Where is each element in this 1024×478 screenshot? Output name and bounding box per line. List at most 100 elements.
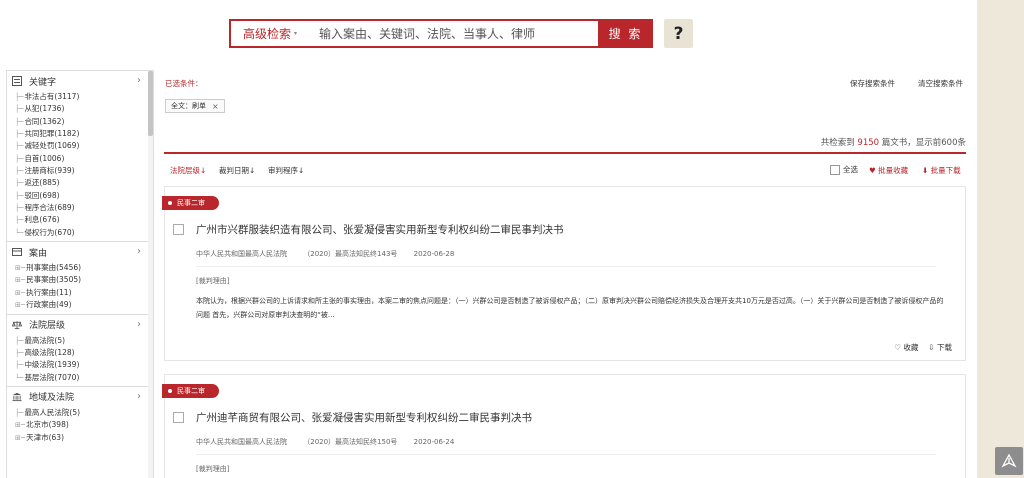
case-meta: 中华人民共和国最高人民法院 （2020）最高法知民终150号 2020-06-2…: [196, 437, 468, 447]
tree-branch-icon: ├─: [15, 348, 24, 357]
case-title-link[interactable]: 广州迪芊商贸有限公司、张爱凝侵害实用新型专利权纠纷二审民事判决书: [196, 410, 532, 425]
tree-expand-icon[interactable]: ⊞─: [15, 419, 25, 431]
sidebar-section-case-cause: 案由 › ⊞─ 刑事案由(5456) ⊞─ 民事案由(3505) ⊞─ 执行案由(11…: [7, 242, 153, 315]
court-name: 中华人民共和国最高人民法院: [196, 438, 287, 446]
tree-item[interactable]: ├─ 返还(885): [7, 177, 153, 189]
case-title-link[interactable]: 广州市兴群服装织造有限公司、张爱凝侵害实用新型专利权纠纷二审民事判决书: [196, 222, 564, 237]
result-card: 民事二审 广州迪芊商贸有限公司、张爱凝侵害实用新型专利权纠纷二审民事判决书 中华…: [162, 374, 966, 478]
search-button[interactable]: 搜 索: [598, 19, 653, 48]
tree-item[interactable]: └─ 侵权行为(670): [7, 227, 153, 239]
advanced-search-dropdown[interactable]: 高级检索 ▾: [231, 25, 311, 42]
search-bar: 高级检索 ▾ 搜 索: [229, 19, 653, 48]
tree-branch-icon: ├─: [15, 216, 24, 225]
tree-expand-icon[interactable]: ⊞─: [15, 432, 25, 444]
tree-expand-icon[interactable]: ⊞─: [15, 299, 25, 311]
tree-item-label: 合同(1362): [24, 116, 65, 126]
tree-item[interactable]: ├─ 最高人民法院(5): [7, 407, 153, 419]
help-button[interactable]: ?: [664, 19, 693, 48]
tree-item[interactable]: ├─ 自首(1006): [7, 153, 153, 165]
judgment-date: 2020-06-24: [413, 438, 455, 446]
tree-item-label: 高级法院(128): [24, 347, 75, 357]
dot-icon: [168, 389, 172, 393]
tree-item-label: 侵权行为(670): [24, 227, 75, 237]
tree-item[interactable]: ├─ 高级法院(128): [7, 347, 153, 359]
sidebar-section-header[interactable]: 地域及法院 ›: [7, 387, 153, 407]
tree-item-label: 从犯(1736): [24, 104, 65, 114]
sidebar-scrollbar[interactable]: [148, 71, 153, 478]
building-icon: [12, 392, 22, 402]
results-main: 已选条件： 保存搜索条件 清空搜索条件 全文：刷单 × 共检索到 9150 篇文…: [162, 70, 968, 478]
chevron-right-icon[interactable]: ›: [137, 75, 141, 86]
tree-item[interactable]: └─ 基层法院(7070): [7, 372, 153, 384]
select-all-checkbox[interactable]: [830, 164, 840, 175]
tree-item[interactable]: ├─ 非法占有(3117): [7, 91, 153, 103]
select-all[interactable]: 全选: [830, 164, 858, 175]
tree-expand-icon[interactable]: ⊞─: [15, 287, 25, 299]
case-excerpt: 本院认为，根据兴群公司的上诉请求和所主张的事实理由，本案二审的焦点问题是：（一）…: [196, 297, 944, 319]
sidebar-section-court-level: 法院层级 › ├─ 最高法院(5) ├─ 高级法院(128) ├─ 中级法院(1939…: [7, 315, 153, 387]
sidebar-section-header[interactable]: 案由 ›: [7, 242, 153, 262]
sort-judge-date[interactable]: 裁判日期↓: [219, 165, 255, 176]
tree-branch-icon: ├─: [15, 130, 24, 139]
tree-item[interactable]: ├─ 合同(1362): [7, 116, 153, 128]
tree-item-label: 共同犯罪(1182): [24, 129, 80, 139]
favorite-button[interactable]: ♡ 收藏: [894, 342, 918, 353]
tree-item-label: 北京市(398): [26, 420, 69, 430]
tree-branch-icon: └─: [15, 228, 24, 237]
tree-item[interactable]: ├─ 从犯(1736): [7, 103, 153, 115]
tree-item[interactable]: ├─ 共同犯罪(1182): [7, 128, 153, 140]
tree-item[interactable]: ⊞─ 民事案由(3505): [7, 274, 153, 286]
caret-down-icon: ▾: [294, 30, 298, 37]
tree-branch-icon: ├─: [15, 336, 24, 345]
tree-item[interactable]: ⊞─ 刑事案由(5456): [7, 262, 153, 274]
tree-item[interactable]: ├─ 程序合法(689): [7, 202, 153, 214]
chevron-right-icon[interactable]: ›: [137, 246, 141, 257]
tree-item[interactable]: ├─ 利息(676): [7, 214, 153, 226]
chevron-right-icon[interactable]: ›: [137, 391, 141, 402]
sort-procedure[interactable]: 审判程序↓: [268, 165, 304, 176]
criteria-row: 已选条件： 保存搜索条件 清空搜索条件: [164, 70, 968, 96]
back-to-top-button[interactable]: [995, 447, 1023, 475]
sidebar-scrollbar-thumb[interactable]: [148, 71, 153, 136]
sidebar-section-header[interactable]: 关键字 ›: [7, 71, 153, 91]
batch-download-button[interactable]: ⬇ 批量下载: [922, 165, 961, 176]
criteria-tag: 全文：刷单 ×: [165, 99, 225, 113]
case-meta: 中华人民共和国最高人民法院 （2020）最高法知民终143号 2020-06-2…: [196, 249, 468, 259]
reason-label: [裁判理由]: [196, 277, 230, 285]
case-number: （2020）最高法知民终150号: [303, 438, 398, 446]
clear-search-link[interactable]: 清空搜索条件: [918, 78, 963, 89]
chevron-right-icon[interactable]: ›: [137, 319, 141, 330]
save-search-link[interactable]: 保存搜索条件: [850, 78, 895, 89]
tree-item[interactable]: ├─ 最高法院(5): [7, 335, 153, 347]
tree-item[interactable]: ⊞─ 行政案由(49): [7, 299, 153, 311]
criteria-tag-text: 全文：刷单: [171, 102, 206, 110]
tree-expand-icon[interactable]: ⊞─: [15, 262, 25, 274]
batch-favorite-button[interactable]: ♥ 批量收藏: [869, 165, 908, 176]
tree-item[interactable]: ├─ 注册商标(939): [7, 165, 153, 177]
sidebar-section-header[interactable]: 法院层级 ›: [7, 315, 153, 335]
tree-expand-icon[interactable]: ⊞─: [15, 274, 25, 286]
tree-item[interactable]: ├─ 驳回(698): [7, 190, 153, 202]
tree-branch-icon: ├─: [15, 204, 24, 213]
tree-item[interactable]: ⊞─ 执行案由(11): [7, 287, 153, 299]
tree-item-label: 天津市(63): [26, 432, 64, 442]
tree-item[interactable]: ├─ 中级法院(1939): [7, 359, 153, 371]
reason-label: [裁判理由]: [196, 465, 230, 473]
tree-item-label: 基层法院(7070): [24, 372, 80, 382]
sort-court-level[interactable]: 法院层级↓: [170, 165, 206, 176]
card-checkbox[interactable]: [173, 224, 184, 235]
result-card: 民事二审 广州市兴群服装织造有限公司、张爱凝侵害实用新型专利权纠纷二审民事判决书…: [162, 186, 966, 361]
tree-item-label: 自首(1006): [24, 153, 65, 163]
tree-item[interactable]: ⊞─ 天津市(63): [7, 432, 153, 444]
divider: [196, 266, 936, 267]
close-icon[interactable]: ×: [212, 102, 219, 111]
tree-item-label: 最高法院(5): [24, 335, 66, 345]
tree-branch-icon: ├─: [15, 167, 24, 176]
download-button[interactable]: ⇩ 下载: [928, 342, 952, 353]
tree-branch-icon: ├─: [15, 179, 24, 188]
card-checkbox[interactable]: [173, 412, 184, 423]
divider: [164, 152, 966, 154]
search-input[interactable]: [319, 26, 599, 41]
tree-item[interactable]: ⊞─ 北京市(398): [7, 419, 153, 431]
tree-item[interactable]: ├─ 减轻处罚(1069): [7, 140, 153, 152]
